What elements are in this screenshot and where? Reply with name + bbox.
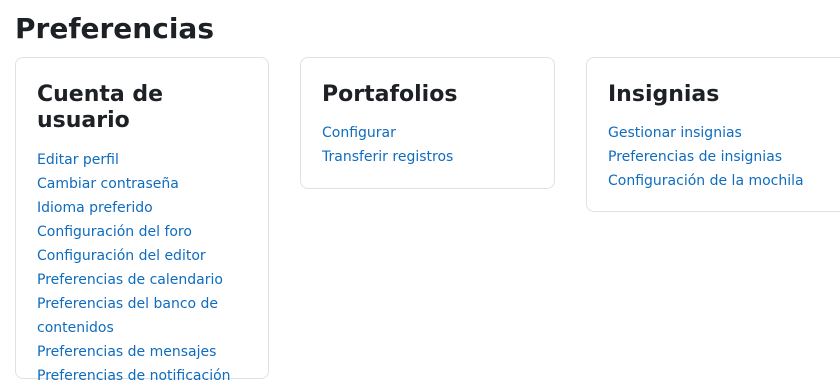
content-bank-preferences-link[interactable]: Preferencias del banco de contenidos	[37, 292, 237, 340]
message-preferences-link[interactable]: Preferencias de mensajes	[37, 340, 237, 364]
list-item: Configurar	[322, 121, 534, 145]
list-item: Preferencias de insignias	[608, 145, 827, 169]
list-item: Configuración del editor	[37, 244, 248, 268]
section-title-badges: Insignias	[608, 82, 720, 107]
section-card-portfolios: Portafolios Configurar Transferir regist…	[300, 57, 555, 189]
section-card-badges: Insignias Gestionar insignias Preferenci…	[586, 57, 840, 212]
list-item: Transferir registros	[322, 145, 534, 169]
notification-preferences-link[interactable]: Preferencias de notificación	[37, 364, 237, 383]
transfer-logs-link[interactable]: Transferir registros	[322, 145, 534, 169]
badge-preferences-link[interactable]: Preferencias de insignias	[608, 145, 827, 169]
list-item: Preferencias del banco de contenidos	[37, 292, 248, 340]
manage-badges-link[interactable]: Gestionar insignias	[608, 121, 827, 145]
list-item: Gestionar insignias	[608, 121, 827, 145]
list-item: Preferencias de notificación	[37, 364, 248, 383]
forum-preferences-link[interactable]: Configuración del foro	[37, 220, 237, 244]
preferences-page: Preferencias Cuenta de usuario Editar pe…	[0, 0, 840, 383]
backpack-settings-link[interactable]: Configuración de la mochila	[608, 169, 827, 193]
section-title-portfolios: Portafolios	[322, 82, 458, 107]
list-item: Editar perfil	[37, 148, 248, 172]
list-item: Preferencias de mensajes	[37, 340, 248, 364]
list-item: Configuración del foro	[37, 220, 248, 244]
list-item: Cambiar contraseña	[37, 172, 248, 196]
preferred-language-link[interactable]: Idioma preferido	[37, 196, 237, 220]
configure-portfolios-link[interactable]: Configurar	[322, 121, 534, 145]
page-title: Preferencias	[15, 12, 214, 45]
change-password-link[interactable]: Cambiar contraseña	[37, 172, 237, 196]
link-list-badges: Gestionar insignias Preferencias de insi…	[608, 121, 827, 193]
calendar-preferences-link[interactable]: Preferencias de calendario	[37, 268, 237, 292]
list-item: Preferencias de calendario	[37, 268, 248, 292]
section-card-user-account: Cuenta de usuario Editar perfil Cambiar …	[15, 57, 269, 383]
list-item: Configuración de la mochila	[608, 169, 827, 193]
link-list-user-account: Editar perfil Cambiar contraseña Idioma …	[37, 148, 248, 383]
list-item: Idioma preferido	[37, 196, 248, 220]
link-list-portfolios: Configurar Transferir registros	[322, 121, 534, 169]
editor-preferences-link[interactable]: Configuración del editor	[37, 244, 237, 268]
section-title-user-account: Cuenta de usuario	[37, 82, 164, 134]
edit-profile-link[interactable]: Editar perfil	[37, 148, 237, 172]
